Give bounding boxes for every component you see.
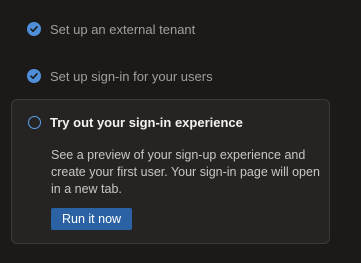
run-it-now-button[interactable]: Run it now — [51, 208, 133, 230]
step-label: Set up an external tenant — [50, 21, 196, 37]
current-step-card: Try out your sign-in experience See a pr… — [11, 99, 330, 244]
current-step-title: Try out your sign-in experience — [50, 115, 243, 130]
step-setup-sign-in: Set up sign-in for your users — [27, 66, 213, 86]
step-label: Set up sign-in for your users — [50, 68, 213, 84]
current-step-description: See a preview of your sign-up experience… — [51, 148, 320, 196]
checkmark-circle-icon — [27, 22, 41, 36]
current-step-header: Try out your sign-in experience — [28, 115, 243, 130]
empty-circle-icon — [28, 116, 41, 129]
checkmark-circle-icon — [27, 69, 41, 83]
step-setup-external-tenant: Set up an external tenant — [27, 19, 195, 39]
